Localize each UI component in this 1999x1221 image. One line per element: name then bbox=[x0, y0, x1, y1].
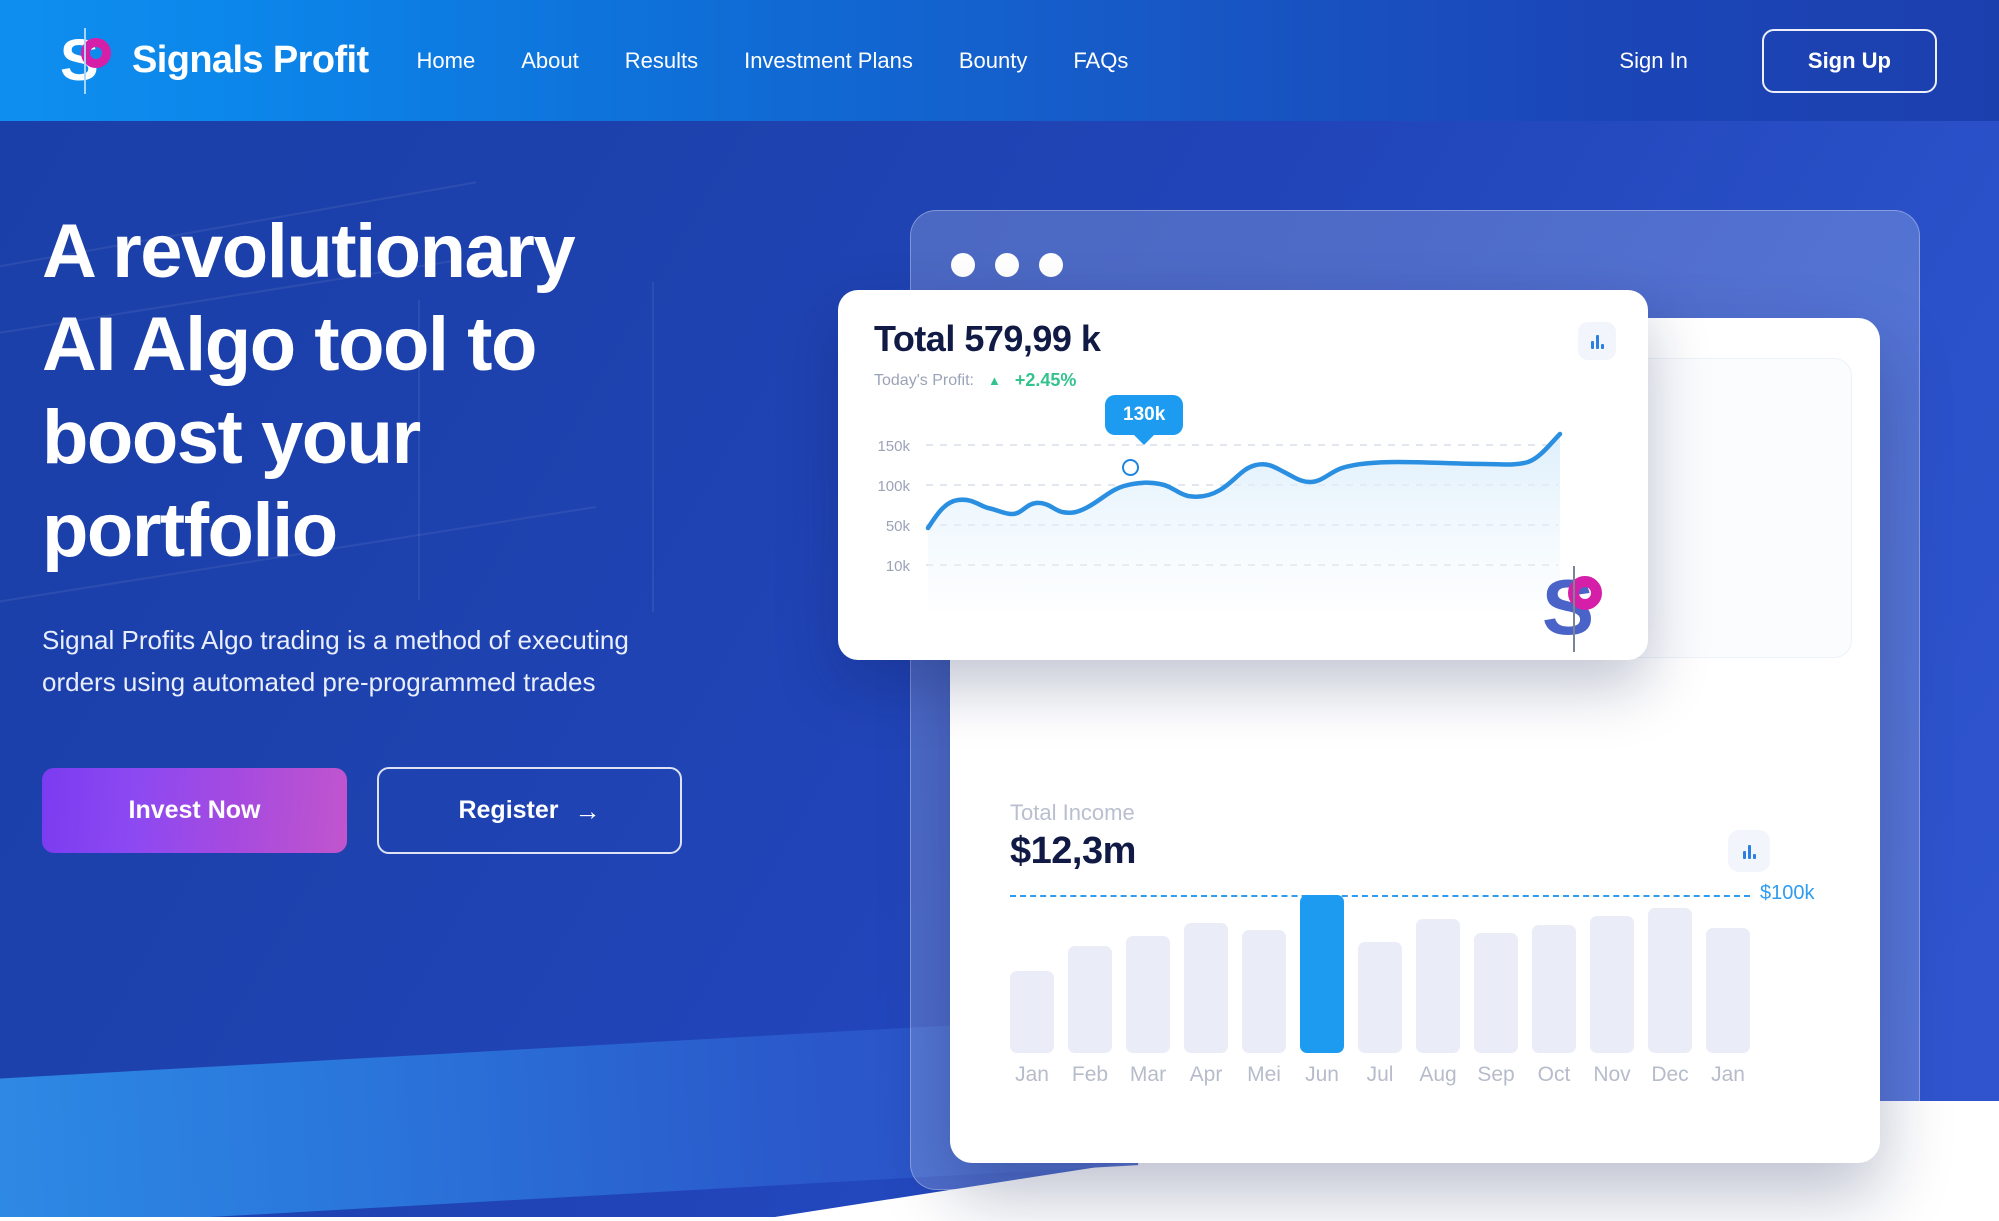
todays-profit-row: Today's Profit: ▲ +2.45% bbox=[874, 370, 1648, 391]
site-header: S Signals Profit Home About Results Inve… bbox=[0, 0, 1999, 121]
hero-title-line-3: boost your bbox=[42, 395, 421, 480]
register-button-label: Register bbox=[458, 796, 559, 824]
nav-item-bounty[interactable]: Bounty bbox=[936, 40, 1051, 82]
profit-total-value: Total 579,99 k bbox=[874, 318, 1101, 359]
x-tick-label: Apr bbox=[1189, 1063, 1223, 1086]
brand-name: Signals Profit bbox=[132, 39, 369, 81]
bar-column bbox=[1300, 895, 1344, 1053]
x-tick-label: Jan bbox=[1711, 1063, 1745, 1086]
bar-column bbox=[1010, 895, 1054, 1053]
main-nav: Home About Results Investment Plans Boun… bbox=[394, 40, 1152, 82]
x-tick-label: Mar bbox=[1129, 1063, 1167, 1086]
sign-in-link[interactable]: Sign In bbox=[1597, 40, 1710, 82]
nav-item-faqs[interactable]: FAQs bbox=[1050, 40, 1151, 82]
hero-title: A revolutionary AI Algo tool to boost yo… bbox=[42, 205, 832, 577]
hero-title-line-1: A revolutionary bbox=[42, 209, 576, 294]
x-tick-label: Feb bbox=[1071, 1063, 1109, 1086]
bar-column bbox=[1474, 895, 1518, 1053]
todays-profit-label: Today's Profit: bbox=[874, 371, 974, 389]
brand-logo[interactable]: S Signals Profit bbox=[58, 26, 369, 96]
income-bars bbox=[1010, 895, 1750, 1053]
bar-column bbox=[1126, 895, 1170, 1053]
hero-page: S Signals Profit Home About Results Inve… bbox=[0, 0, 1999, 1221]
nav-item-home[interactable]: Home bbox=[394, 40, 499, 82]
hero-content: A revolutionary AI Algo tool to boost yo… bbox=[42, 205, 832, 854]
bar-column bbox=[1416, 895, 1460, 1053]
bar-column bbox=[1706, 895, 1750, 1053]
x-tick-label: Aug bbox=[1419, 1063, 1457, 1086]
bar-chart-icon bbox=[1590, 333, 1604, 349]
income-bar-chart: $100k Jan Feb Mar Apr Mei Jun Jul Aug Se… bbox=[1010, 882, 1900, 1087]
watermark-divider-line bbox=[1573, 566, 1575, 652]
nav-item-investment-plans[interactable]: Investment Plans bbox=[721, 40, 936, 82]
hero-cta-group: Invest Now Register → bbox=[42, 767, 832, 854]
todays-profit-value: +2.45% bbox=[1014, 370, 1077, 390]
profit-chart-card: Total 579,99 k Today's Profit: ▲ +2.45% … bbox=[838, 290, 1648, 660]
header-actions: Sign In Sign Up bbox=[1597, 28, 1937, 93]
income-bar[interactable] bbox=[1068, 946, 1112, 1053]
x-tick-label: Mei bbox=[1247, 1063, 1281, 1086]
x-tick-label: Nov bbox=[1593, 1063, 1631, 1086]
window-controls bbox=[951, 253, 1063, 277]
profit-chart-toggle-button[interactable] bbox=[1578, 322, 1616, 360]
arrow-right-icon: → bbox=[574, 795, 601, 826]
bar-column bbox=[1242, 895, 1286, 1053]
income-chart-toggle-button[interactable] bbox=[1728, 830, 1770, 872]
window-dot-icon bbox=[1039, 253, 1063, 277]
income-bar[interactable] bbox=[1590, 916, 1634, 1053]
income-bar[interactable] bbox=[1474, 933, 1518, 1053]
logo-divider-line bbox=[84, 27, 86, 94]
bottom-white-strip bbox=[0, 1217, 1999, 1221]
income-bar[interactable] bbox=[1184, 923, 1228, 1053]
nav-item-about[interactable]: About bbox=[498, 40, 602, 82]
profit-chart-plot: 150k 100k 50k 10k S bbox=[838, 410, 1648, 660]
income-bar[interactable] bbox=[1648, 908, 1692, 1053]
nav-item-results[interactable]: Results bbox=[602, 40, 721, 82]
profit-line-chart-svg bbox=[925, 431, 1563, 610]
income-bar[interactable] bbox=[1242, 930, 1286, 1053]
total-income-label: Total Income bbox=[1010, 800, 1135, 825]
x-tick-label: Jun bbox=[1305, 1063, 1339, 1086]
bar-column bbox=[1184, 895, 1228, 1053]
chart-tooltip: 130k bbox=[1105, 395, 1184, 435]
bar-chart-icon bbox=[1742, 843, 1756, 859]
income-bar[interactable] bbox=[1416, 919, 1460, 1053]
income-bar[interactable] bbox=[1706, 928, 1750, 1053]
sign-up-button[interactable]: Sign Up bbox=[1761, 28, 1937, 93]
window-dot-icon bbox=[951, 253, 975, 277]
x-tick-label: Dec bbox=[1651, 1063, 1689, 1086]
hero-subtitle: Signal Profits Algo trading is a method … bbox=[42, 625, 629, 697]
income-bar[interactable] bbox=[1010, 971, 1054, 1053]
signals-profit-watermark-icon: S bbox=[1542, 566, 1620, 652]
bar-column bbox=[1590, 895, 1634, 1053]
total-income-section: Total Income $12,3m $100k Jan Feb Mar Ap… bbox=[1010, 800, 1900, 1086]
income-threshold-label: $100k bbox=[1760, 882, 1815, 904]
x-tick-label: Oct bbox=[1537, 1063, 1571, 1086]
x-tick-label: Sep bbox=[1477, 1063, 1515, 1086]
income-bar[interactable] bbox=[1532, 925, 1576, 1053]
income-bar[interactable] bbox=[1126, 936, 1170, 1053]
hero-title-line-2: AI Algo tool to bbox=[42, 302, 537, 387]
chart-data-point-marker[interactable] bbox=[1122, 459, 1139, 476]
x-tick-label: Jan bbox=[1015, 1063, 1049, 1086]
income-bar[interactable] bbox=[1358, 942, 1402, 1053]
caret-up-icon: ▲ bbox=[987, 373, 1001, 388]
income-bar-highlighted[interactable] bbox=[1300, 895, 1344, 1053]
window-dot-icon bbox=[995, 253, 1019, 277]
x-tick-label: Jul bbox=[1366, 1063, 1394, 1086]
income-x-axis: Jan Feb Mar Apr Mei Jun Jul Aug Sep Oct … bbox=[1010, 1063, 1750, 1087]
bar-column bbox=[1648, 895, 1692, 1053]
signals-profit-logo-icon: S bbox=[58, 26, 116, 96]
profit-chart-header: Total 579,99 k Today's Profit: ▲ +2.45% bbox=[838, 290, 1648, 391]
hero-title-line-4: portfolio bbox=[42, 488, 338, 573]
invest-now-button[interactable]: Invest Now bbox=[42, 768, 347, 853]
bar-column bbox=[1532, 895, 1576, 1053]
bar-column bbox=[1358, 895, 1402, 1053]
bar-column bbox=[1068, 895, 1112, 1053]
register-button[interactable]: Register → bbox=[377, 767, 682, 854]
